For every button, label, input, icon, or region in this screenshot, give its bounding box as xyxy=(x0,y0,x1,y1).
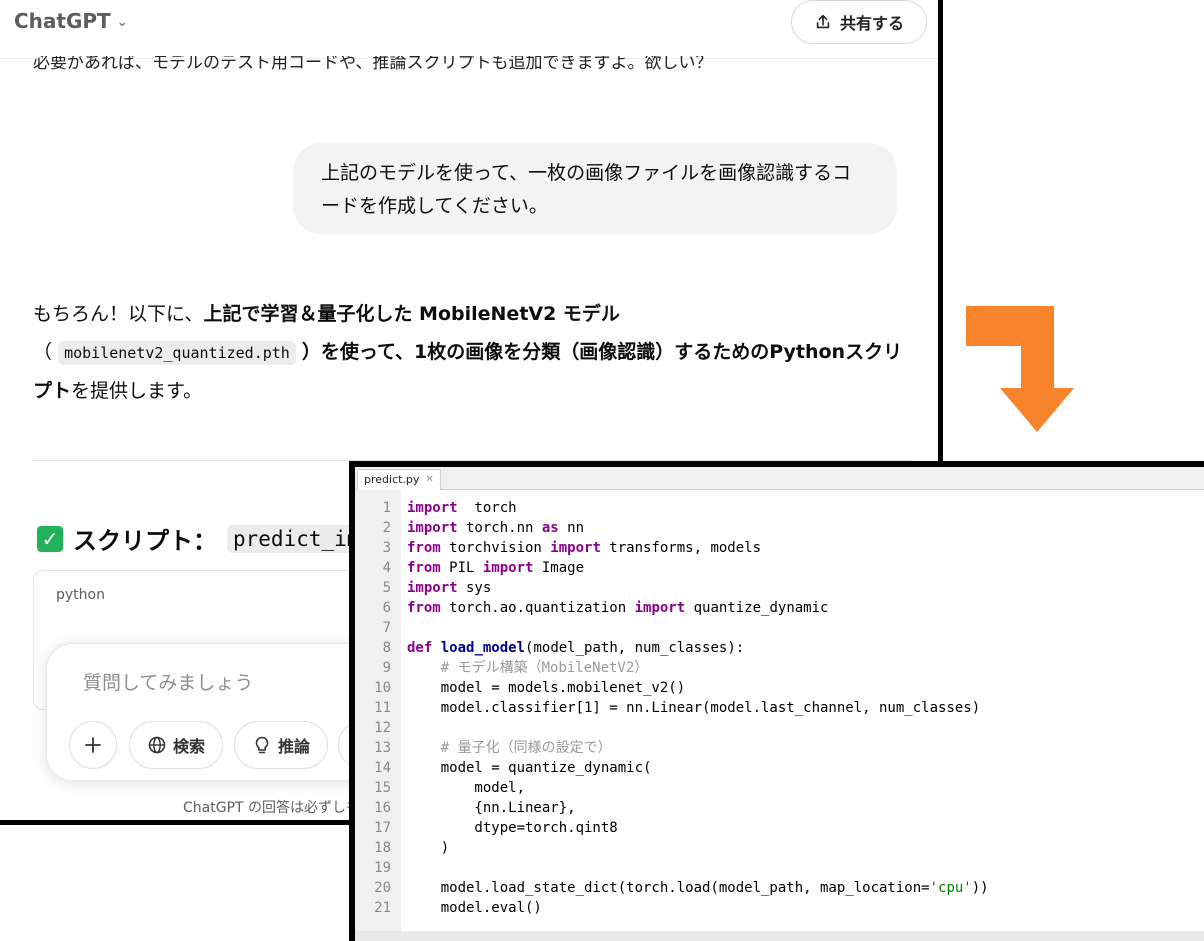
line-number: 16 xyxy=(374,800,391,816)
code-line: 11 model.classifier[1] = nn.Linear(model… xyxy=(355,698,1204,718)
search-button[interactable]: 検索 xyxy=(129,721,223,769)
code-text: model.eval() xyxy=(407,900,542,916)
code-text: from PIL import Image xyxy=(407,560,585,576)
code-line: 12 xyxy=(355,718,1204,738)
line-number: 17 xyxy=(374,820,391,836)
code-line: 3 from torchvision import transforms, mod… xyxy=(355,538,1204,558)
code-language-label: python xyxy=(56,587,105,603)
script-heading-text: スクリプト： xyxy=(73,527,217,555)
editor-scrollbar[interactable] xyxy=(355,931,1204,941)
code-line: 5 import sys xyxy=(355,578,1204,598)
line-number: 8 xyxy=(382,640,391,656)
editor-tab-bar: predict.py ✕ xyxy=(355,467,1204,490)
code-line: 21 model.eval() xyxy=(355,898,1204,918)
line-number: 20 xyxy=(374,880,391,896)
chevron-down-icon: ⌄ xyxy=(116,14,128,30)
editor-tab-label: predict.py xyxy=(364,473,420,486)
code-line: 10 model = models.mobilenet_v2() xyxy=(355,678,1204,698)
plus-icon xyxy=(85,737,101,753)
line-number: 10 xyxy=(374,680,391,696)
code-text: model.load_state_dict(torch.load(model_p… xyxy=(407,880,989,896)
reasoning-label: 推論 xyxy=(277,737,310,756)
answer-text-3: （ xyxy=(33,341,53,363)
code-line: 15 model, xyxy=(355,778,1204,798)
code-line: 13 # 量子化（同様の設定で） xyxy=(355,738,1204,758)
code-line: 9 # モデル構築（MobileNetV2） xyxy=(355,658,1204,678)
code-text: from torchvision import transforms, mode… xyxy=(407,540,762,556)
chat-header: ChatGPT ⌄ 共有する xyxy=(0,0,938,59)
line-number: 5 xyxy=(382,580,391,596)
code-line: 14 model = quantize_dynamic( xyxy=(355,758,1204,778)
code-text: dtype=torch.qint8 xyxy=(407,820,618,836)
code-text: model = models.mobilenet_v2() xyxy=(407,680,686,696)
code-line: 4 from PIL import Image xyxy=(355,558,1204,578)
line-number: 1 xyxy=(382,500,391,516)
arrow-down-icon xyxy=(966,306,1074,432)
answer-text-2: 上記で学習＆量子化した MobileNetV2 モデル xyxy=(203,303,620,325)
code-line: 2 import torch.nn as nn xyxy=(355,518,1204,538)
code-line: 19 xyxy=(355,858,1204,878)
code-text: model = quantize_dynamic( xyxy=(407,760,652,776)
code-line: 17 dtype=torch.qint8 xyxy=(355,818,1204,838)
line-number: 3 xyxy=(382,540,391,556)
line-number: 2 xyxy=(382,520,391,536)
code-text: {nn.Linear}, xyxy=(407,800,576,816)
answer-text-1: もちろん！以下に、 xyxy=(33,303,204,325)
model-selector[interactable]: ChatGPT ⌄ xyxy=(14,9,128,33)
line-number: 15 xyxy=(374,780,391,796)
line-number: 18 xyxy=(374,840,391,856)
code-line: 1 import torch xyxy=(355,498,1204,518)
app-title: ChatGPT xyxy=(14,9,111,33)
code-text: def load_model(model_path, num_classes): xyxy=(407,640,745,656)
code-line: 7 xyxy=(355,618,1204,638)
search-label: 検索 xyxy=(172,737,205,756)
lightbulb-icon xyxy=(255,736,269,754)
user-message: 上記のモデルを使って、一枚の画像ファイルを画像認識するコードを作成してください。 xyxy=(293,143,897,234)
code-text: import torch xyxy=(407,500,517,516)
code-text: import sys xyxy=(407,580,492,596)
line-number: 7 xyxy=(382,620,391,636)
code-text: # モデル構築（MobileNetV2） xyxy=(440,660,649,676)
line-number: 21 xyxy=(374,900,391,916)
line-number: 19 xyxy=(374,860,391,876)
code-text: import torch.nn as nn xyxy=(407,520,585,536)
panel-border xyxy=(0,820,352,825)
close-icon[interactable]: ✕ xyxy=(425,470,433,490)
editor-tab[interactable]: predict.py ✕ xyxy=(357,469,441,490)
globe-icon xyxy=(148,736,166,754)
code-text: from torch.ao.quantization import quanti… xyxy=(407,600,829,616)
line-number: 4 xyxy=(382,560,391,576)
check-mark-icon: ✓ xyxy=(37,525,63,552)
answer-inline-code: mobilenetv2_quantized.pth xyxy=(58,341,296,365)
line-number: 13 xyxy=(374,740,391,756)
code-line: 16 {nn.Linear}, xyxy=(355,798,1204,818)
code-editor: predict.py ✕ 1 import torch 2 import torch.… xyxy=(355,467,1204,941)
line-number: 11 xyxy=(374,700,391,716)
prompt-input[interactable]: 質問してみましょう xyxy=(83,668,253,695)
share-button[interactable]: 共有する xyxy=(791,0,927,44)
code-text: ) xyxy=(407,840,450,856)
code-area[interactable]: 1 import torch 2 import torch.nn as nn 3 from… xyxy=(355,490,1204,931)
assistant-answer: もちろん！以下に、上記で学習＆量子化した MobileNetV2 モデル （ m… xyxy=(33,295,913,410)
code-line: 20 model.load_state_dict(torch.load(mode… xyxy=(355,878,1204,898)
code-line: 8 def load_model(model_path, num_classes)… xyxy=(355,638,1204,658)
code-text: model, xyxy=(407,780,526,796)
share-icon xyxy=(816,14,830,29)
reasoning-button[interactable]: 推論 xyxy=(234,721,328,769)
line-number: 14 xyxy=(374,760,391,776)
panel-border xyxy=(938,0,943,463)
answer-text-5: を提供します。 xyxy=(71,380,203,402)
code-editor-window: predict.py ✕ 1 import torch 2 import torch.… xyxy=(349,461,1204,941)
line-number: 12 xyxy=(374,720,391,736)
code-text: # 量子化（同様の設定で） xyxy=(440,740,612,756)
line-number: 6 xyxy=(382,600,391,616)
line-number: 9 xyxy=(382,660,391,676)
arrow-shape xyxy=(966,306,1074,432)
code-line: 18 ) xyxy=(355,838,1204,858)
share-label: 共有する xyxy=(839,14,904,33)
code-text: model.classifier[1] = nn.Linear(model.la… xyxy=(407,700,981,716)
add-attachment-button[interactable] xyxy=(69,721,117,769)
code-line: 6 from torch.ao.quantization import quant… xyxy=(355,598,1204,618)
